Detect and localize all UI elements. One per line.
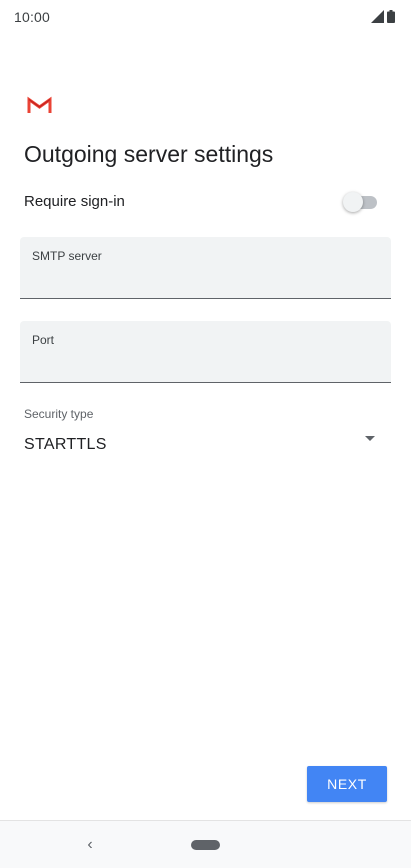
dropdown-arrow-icon[interactable]	[365, 436, 375, 441]
battery-icon	[387, 10, 395, 28]
smtp-server-input[interactable]	[32, 267, 377, 291]
smtp-server-field[interactable]: SMTP server	[20, 237, 391, 299]
navigation-bar: ‹	[0, 820, 411, 868]
back-icon[interactable]: ‹	[82, 835, 98, 855]
port-label: Port	[32, 333, 55, 347]
port-field[interactable]: Port	[20, 321, 391, 383]
smtp-server-label: SMTP server	[32, 249, 102, 263]
require-signin-label: Require sign-in	[24, 193, 125, 210]
status-time: 10:00	[14, 9, 51, 25]
require-signin-row[interactable]: Require sign-in	[0, 186, 411, 218]
require-signin-toggle[interactable]	[343, 192, 377, 212]
signal-icon	[371, 10, 384, 28]
security-type-label: Security type	[24, 407, 94, 421]
status-icons	[371, 10, 395, 28]
security-type-dropdown[interactable]: Security type STARTTLS	[0, 404, 411, 464]
status-bar: 10:00	[0, 0, 411, 34]
page-title: Outgoing server settings	[24, 141, 274, 167]
next-button[interactable]: NEXT	[307, 766, 387, 802]
gmail-logo-icon	[27, 96, 52, 114]
security-type-value[interactable]: STARTTLS	[24, 436, 107, 454]
toggle-thumb	[343, 192, 363, 212]
home-pill-icon[interactable]	[191, 840, 220, 850]
port-input[interactable]	[32, 351, 377, 375]
